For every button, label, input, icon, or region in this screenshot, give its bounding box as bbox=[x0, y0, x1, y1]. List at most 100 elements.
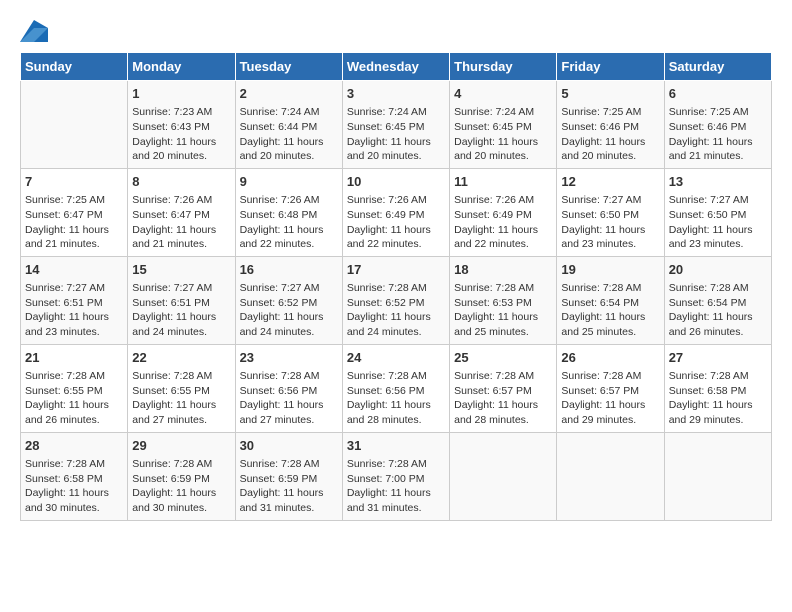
calendar-cell: 22Sunrise: 7:28 AM Sunset: 6:55 PM Dayli… bbox=[128, 344, 235, 432]
calendar-cell: 31Sunrise: 7:28 AM Sunset: 7:00 PM Dayli… bbox=[342, 432, 449, 520]
header bbox=[20, 20, 772, 42]
week-row-1: 1 Sunrise: 7:23 AM Sunset: 6:43 PM Daylig… bbox=[21, 81, 772, 169]
calendar-cell: 10Sunrise: 7:26 AM Sunset: 6:49 PM Dayli… bbox=[342, 168, 449, 256]
calendar-cell bbox=[664, 432, 771, 520]
day-info: Sunrise: 7:25 AM Sunset: 6:47 PM Dayligh… bbox=[25, 193, 123, 252]
calendar-header: SundayMondayTuesdayWednesdayThursdayFrid… bbox=[21, 53, 772, 81]
day-info: Sunrise: 7:28 AM Sunset: 6:55 PM Dayligh… bbox=[25, 369, 123, 428]
day-number: 21 bbox=[25, 349, 123, 367]
day-number: 19 bbox=[561, 261, 659, 279]
calendar-cell: 19 Sunrise: 7:28 AM Sunset: 6:54 PM Dayli… bbox=[557, 256, 664, 344]
day-info: Sunrise: 7:25 AM Sunset: 6:46 PM Dayligh… bbox=[561, 105, 659, 164]
day-info: Sunrise: 7:28 AM Sunset: 6:56 PM Dayligh… bbox=[240, 369, 338, 428]
day-info: Sunrise: 7:28 AM Sunset: 6:54 PM Dayligh… bbox=[669, 281, 767, 340]
day-number: 8 bbox=[132, 173, 230, 191]
logo-icon bbox=[20, 20, 48, 42]
calendar-cell bbox=[450, 432, 557, 520]
day-number: 6 bbox=[669, 85, 767, 103]
calendar-cell: 26 Sunrise: 7:28 AM Sunset: 6:57 PM Dayli… bbox=[557, 344, 664, 432]
day-info: Sunrise: 7:28 AM Sunset: 6:57 PM Dayligh… bbox=[561, 369, 659, 428]
week-row-3: 14 Sunrise: 7:27 AM Sunset: 6:51 PM Dayli… bbox=[21, 256, 772, 344]
calendar-cell: 24 Sunrise: 7:28 AM Sunset: 6:56 PM Dayli… bbox=[342, 344, 449, 432]
day-info: Sunrise: 7:24 AM Sunset: 6:44 PM Dayligh… bbox=[240, 105, 338, 164]
calendar-cell: 9 Sunrise: 7:26 AM Sunset: 6:48 PM Daylig… bbox=[235, 168, 342, 256]
day-info: Sunrise: 7:28 AM Sunset: 7:00 PM Dayligh… bbox=[347, 457, 445, 516]
day-info: Sunrise: 7:28 AM Sunset: 6:53 PM Dayligh… bbox=[454, 281, 552, 340]
day-info: Sunrise: 7:26 AM Sunset: 6:48 PM Dayligh… bbox=[240, 193, 338, 252]
day-info: Sunrise: 7:27 AM Sunset: 6:50 PM Dayligh… bbox=[561, 193, 659, 252]
day-number: 25 bbox=[454, 349, 552, 367]
calendar-cell: 21 Sunrise: 7:28 AM Sunset: 6:55 PM Dayli… bbox=[21, 344, 128, 432]
calendar-cell: 30 Sunrise: 7:28 AM Sunset: 6:59 PM Dayli… bbox=[235, 432, 342, 520]
day-info: Sunrise: 7:28 AM Sunset: 6:52 PM Dayligh… bbox=[347, 281, 445, 340]
calendar-cell: 1 Sunrise: 7:23 AM Sunset: 6:43 PM Daylig… bbox=[128, 81, 235, 169]
day-number: 14 bbox=[25, 261, 123, 279]
logo bbox=[20, 20, 52, 42]
day-number: 13 bbox=[669, 173, 767, 191]
calendar-cell: 18 Sunrise: 7:28 AM Sunset: 6:53 PM Dayli… bbox=[450, 256, 557, 344]
calendar-body: 1 Sunrise: 7:23 AM Sunset: 6:43 PM Daylig… bbox=[21, 81, 772, 521]
day-info: Sunrise: 7:27 AM Sunset: 6:52 PM Dayligh… bbox=[240, 281, 338, 340]
column-header-monday: Monday bbox=[128, 53, 235, 81]
day-number: 23 bbox=[240, 349, 338, 367]
week-row-4: 21 Sunrise: 7:28 AM Sunset: 6:55 PM Dayli… bbox=[21, 344, 772, 432]
day-info: Sunrise: 7:27 AM Sunset: 6:51 PM Dayligh… bbox=[132, 281, 230, 340]
day-number: 18 bbox=[454, 261, 552, 279]
day-info: Sunrise: 7:28 AM Sunset: 6:58 PM Dayligh… bbox=[669, 369, 767, 428]
day-number: 4 bbox=[454, 85, 552, 103]
calendar-cell: 2 Sunrise: 7:24 AM Sunset: 6:44 PM Daylig… bbox=[235, 81, 342, 169]
day-info: Sunrise: 7:26 AM Sunset: 6:47 PM Dayligh… bbox=[132, 193, 230, 252]
column-header-tuesday: Tuesday bbox=[235, 53, 342, 81]
column-header-friday: Friday bbox=[557, 53, 664, 81]
day-info: Sunrise: 7:28 AM Sunset: 6:59 PM Dayligh… bbox=[132, 457, 230, 516]
day-number: 7 bbox=[25, 173, 123, 191]
calendar-cell: 20 Sunrise: 7:28 AM Sunset: 6:54 PM Dayli… bbox=[664, 256, 771, 344]
calendar-cell: 4Sunrise: 7:24 AM Sunset: 6:45 PM Daylig… bbox=[450, 81, 557, 169]
day-number: 17 bbox=[347, 261, 445, 279]
day-number: 28 bbox=[25, 437, 123, 455]
day-info: Sunrise: 7:28 AM Sunset: 6:55 PM Dayligh… bbox=[132, 369, 230, 428]
column-header-wednesday: Wednesday bbox=[342, 53, 449, 81]
calendar-cell: 29 Sunrise: 7:28 AM Sunset: 6:59 PM Dayli… bbox=[128, 432, 235, 520]
calendar-cell: 23 Sunrise: 7:28 AM Sunset: 6:56 PM Dayli… bbox=[235, 344, 342, 432]
calendar-cell: 28 Sunrise: 7:28 AM Sunset: 6:58 PM Dayli… bbox=[21, 432, 128, 520]
day-number: 26 bbox=[561, 349, 659, 367]
calendar-table: SundayMondayTuesdayWednesdayThursdayFrid… bbox=[20, 52, 772, 521]
day-info: Sunrise: 7:28 AM Sunset: 6:54 PM Dayligh… bbox=[561, 281, 659, 340]
calendar-cell: 15Sunrise: 7:27 AM Sunset: 6:51 PM Dayli… bbox=[128, 256, 235, 344]
calendar-cell: 12Sunrise: 7:27 AM Sunset: 6:50 PM Dayli… bbox=[557, 168, 664, 256]
calendar-cell: 27 Sunrise: 7:28 AM Sunset: 6:58 PM Dayli… bbox=[664, 344, 771, 432]
day-number: 20 bbox=[669, 261, 767, 279]
day-info: Sunrise: 7:23 AM Sunset: 6:43 PM Dayligh… bbox=[132, 105, 230, 164]
day-info: Sunrise: 7:25 AM Sunset: 6:46 PM Dayligh… bbox=[669, 105, 767, 164]
day-number: 2 bbox=[240, 85, 338, 103]
day-number: 24 bbox=[347, 349, 445, 367]
day-info: Sunrise: 7:28 AM Sunset: 6:57 PM Dayligh… bbox=[454, 369, 552, 428]
day-number: 16 bbox=[240, 261, 338, 279]
day-info: Sunrise: 7:24 AM Sunset: 6:45 PM Dayligh… bbox=[347, 105, 445, 164]
day-number: 27 bbox=[669, 349, 767, 367]
day-number: 1 bbox=[132, 85, 230, 103]
column-header-sunday: Sunday bbox=[21, 53, 128, 81]
day-info: Sunrise: 7:28 AM Sunset: 6:56 PM Dayligh… bbox=[347, 369, 445, 428]
day-number: 29 bbox=[132, 437, 230, 455]
day-number: 9 bbox=[240, 173, 338, 191]
header-row: SundayMondayTuesdayWednesdayThursdayFrid… bbox=[21, 53, 772, 81]
calendar-cell: 11 Sunrise: 7:26 AM Sunset: 6:49 PM Dayli… bbox=[450, 168, 557, 256]
day-info: Sunrise: 7:28 AM Sunset: 6:59 PM Dayligh… bbox=[240, 457, 338, 516]
calendar-cell: 5Sunrise: 7:25 AM Sunset: 6:46 PM Daylig… bbox=[557, 81, 664, 169]
day-info: Sunrise: 7:26 AM Sunset: 6:49 PM Dayligh… bbox=[454, 193, 552, 252]
day-info: Sunrise: 7:27 AM Sunset: 6:51 PM Dayligh… bbox=[25, 281, 123, 340]
week-row-5: 28 Sunrise: 7:28 AM Sunset: 6:58 PM Dayli… bbox=[21, 432, 772, 520]
calendar-cell: 8 Sunrise: 7:26 AM Sunset: 6:47 PM Daylig… bbox=[128, 168, 235, 256]
calendar-cell: 3 Sunrise: 7:24 AM Sunset: 6:45 PM Daylig… bbox=[342, 81, 449, 169]
day-number: 30 bbox=[240, 437, 338, 455]
calendar-cell: 16 Sunrise: 7:27 AM Sunset: 6:52 PM Dayli… bbox=[235, 256, 342, 344]
calendar-cell: 25 Sunrise: 7:28 AM Sunset: 6:57 PM Dayli… bbox=[450, 344, 557, 432]
day-number: 3 bbox=[347, 85, 445, 103]
day-number: 11 bbox=[454, 173, 552, 191]
day-info: Sunrise: 7:26 AM Sunset: 6:49 PM Dayligh… bbox=[347, 193, 445, 252]
calendar-cell: 7 Sunrise: 7:25 AM Sunset: 6:47 PM Daylig… bbox=[21, 168, 128, 256]
calendar-cell: 13Sunrise: 7:27 AM Sunset: 6:50 PM Dayli… bbox=[664, 168, 771, 256]
day-info: Sunrise: 7:28 AM Sunset: 6:58 PM Dayligh… bbox=[25, 457, 123, 516]
